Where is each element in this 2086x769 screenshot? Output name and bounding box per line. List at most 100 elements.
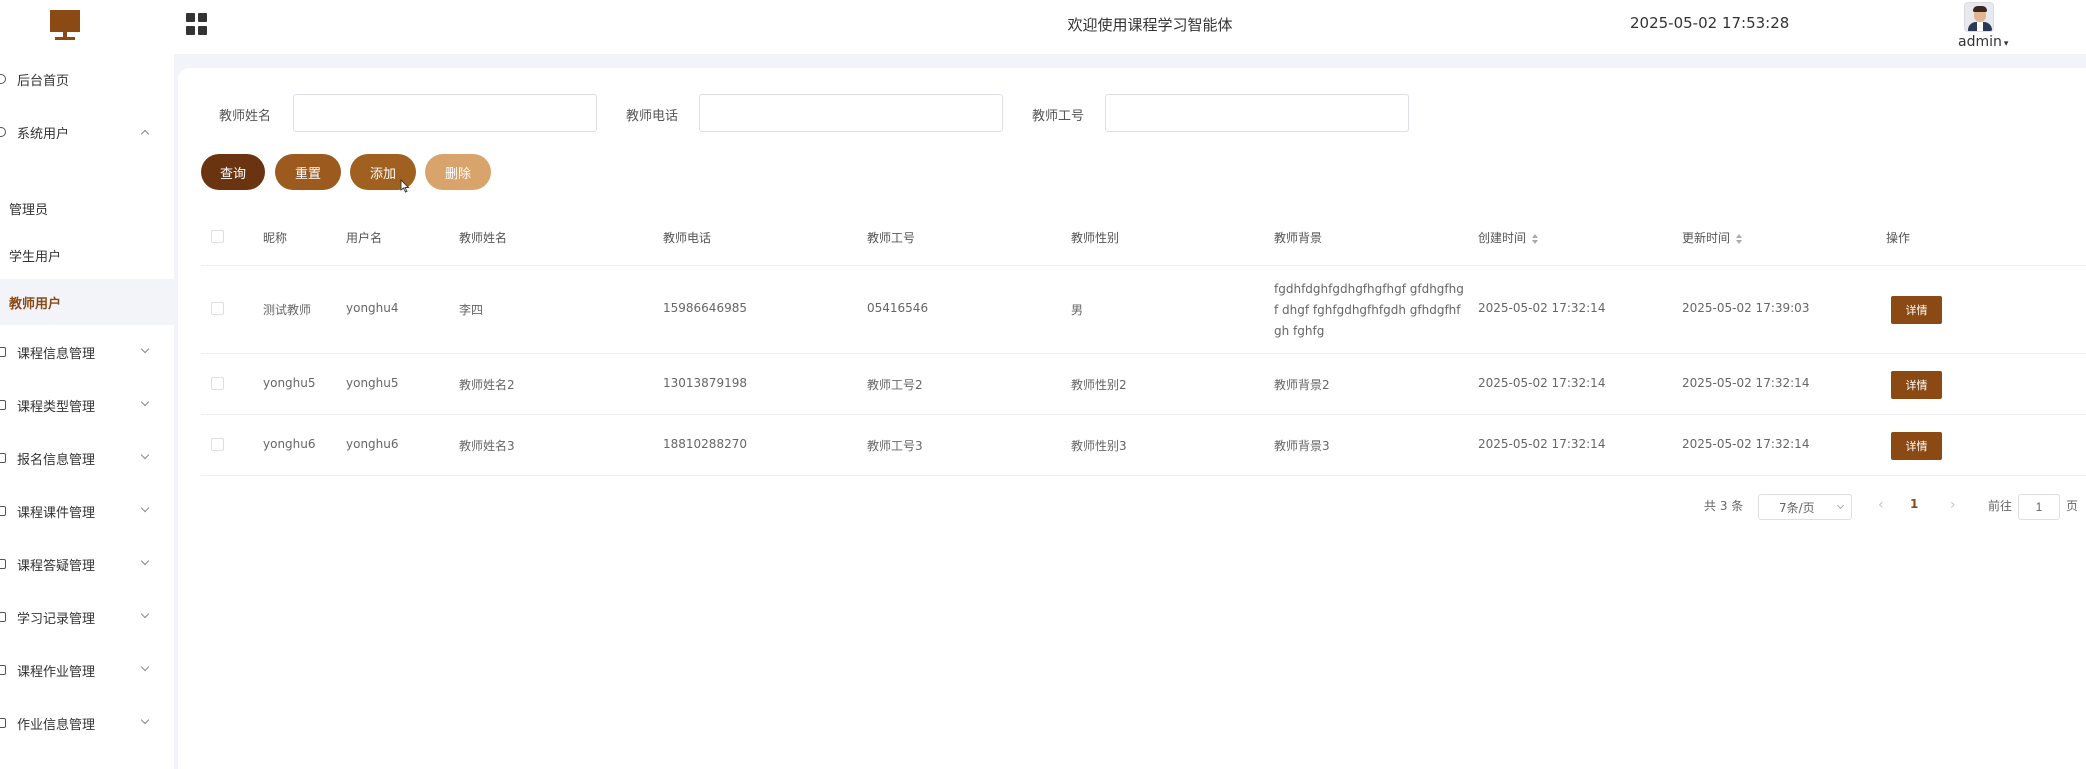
sidebar-item-homework-info[interactable]: 作业信息管理 bbox=[0, 698, 174, 748]
cell-nickname: 测试教师 bbox=[263, 303, 312, 317]
sidebar-item-courseware[interactable]: 课程课件管理 bbox=[0, 486, 174, 536]
cell-phone: 18810288270 bbox=[663, 437, 747, 451]
updated-time-header[interactable]: 更新时间 bbox=[1682, 229, 1743, 246]
cell-teacher-id: 05416546 bbox=[867, 301, 929, 315]
monitor-logo-icon bbox=[50, 10, 80, 40]
cell-username: yonghu5 bbox=[346, 376, 399, 390]
calendar-icon bbox=[0, 665, 6, 675]
row-divider bbox=[201, 475, 2086, 476]
cell-name: 教师姓名2 bbox=[459, 378, 515, 392]
calendar-icon bbox=[0, 453, 6, 463]
row-divider bbox=[201, 353, 2086, 354]
calendar-icon bbox=[0, 718, 6, 728]
cell-background: 教师背景3 bbox=[1274, 439, 1330, 453]
column-header: 教师背景 bbox=[1274, 231, 1323, 245]
column-header: 用户名 bbox=[346, 231, 383, 245]
column-header: 教师电话 bbox=[663, 231, 712, 245]
cell-gender: 教师性别2 bbox=[1071, 378, 1127, 392]
row-divider bbox=[201, 414, 2086, 415]
sidebar-item-course-info[interactable]: 课程信息管理 bbox=[0, 327, 174, 377]
cell-name: 李四 bbox=[459, 303, 484, 317]
cell-created: 2025-05-02 17:32:14 bbox=[1478, 437, 1606, 451]
cell-name: 教师姓名3 bbox=[459, 439, 515, 453]
reset-button[interactable]: 重置 bbox=[275, 154, 341, 190]
calendar-icon bbox=[0, 347, 6, 357]
detail-button[interactable]: 详情 bbox=[1891, 371, 1942, 399]
teacher-name-input[interactable] bbox=[293, 94, 597, 132]
sidebar-item-admin[interactable]: 管理员 bbox=[0, 185, 174, 231]
chevron-down-icon bbox=[140, 609, 150, 619]
calendar-icon bbox=[0, 559, 6, 569]
cell-phone: 15986646985 bbox=[663, 301, 747, 315]
user-icon bbox=[0, 127, 6, 137]
sidebar-item-system-users[interactable]: 系统用户 bbox=[0, 107, 174, 157]
cell-created: 2025-05-02 17:32:14 bbox=[1478, 301, 1606, 315]
user-dropdown[interactable]: admin ▾ bbox=[1958, 34, 2008, 50]
row-checkbox[interactable] bbox=[211, 438, 224, 451]
cell-gender: 教师性别3 bbox=[1071, 439, 1127, 453]
teacher-phone-input[interactable] bbox=[699, 94, 1003, 132]
sort-icon[interactable] bbox=[1735, 233, 1743, 245]
cell-updated: 2025-05-02 17:32:14 bbox=[1682, 437, 1810, 451]
sidebar-item-qa[interactable]: 课程答疑管理 bbox=[0, 539, 174, 589]
next-page-icon[interactable]: › bbox=[1950, 497, 1956, 513]
main-panel: 教师姓名 教师电话 教师工号 查询 重置 添加 删除 昵称 用户名 教师姓名 教… bbox=[178, 68, 2086, 769]
teacher-id-input[interactable] bbox=[1105, 94, 1409, 132]
column-header: 昵称 bbox=[263, 231, 288, 245]
row-checkbox[interactable] bbox=[211, 377, 224, 390]
caret-down-icon: ▾ bbox=[2003, 39, 2009, 49]
teacher-id-label: 教师工号 bbox=[1032, 109, 1085, 124]
grid-menu-icon[interactable] bbox=[186, 13, 208, 35]
sidebar-item-enrollment[interactable]: 报名信息管理 bbox=[0, 433, 174, 483]
created-time-header[interactable]: 创建时间 bbox=[1478, 229, 1539, 246]
teacher-phone-label: 教师电话 bbox=[626, 109, 679, 124]
sidebar-item-home[interactable]: 后台首页 bbox=[0, 54, 174, 104]
sidebar-item-students[interactable]: 学生用户 bbox=[0, 232, 174, 278]
column-header: 教师姓名 bbox=[459, 231, 508, 245]
detail-button[interactable]: 详情 bbox=[1891, 432, 1942, 460]
chevron-down-icon bbox=[140, 503, 150, 513]
clock-icon bbox=[0, 74, 6, 84]
select-all-checkbox[interactable] bbox=[211, 230, 224, 243]
sidebar-item-course-type[interactable]: 课程类型管理 bbox=[0, 380, 174, 430]
cell-nickname: yonghu6 bbox=[263, 437, 316, 451]
sidebar-item-homework[interactable]: 课程作业管理 bbox=[0, 645, 174, 695]
sidebar: 后台首页 系统用户 管理员 学生用户 教师用户 课程信息管理 课程类型管理 报名… bbox=[0, 54, 174, 769]
detail-button[interactable]: 详情 bbox=[1891, 296, 1942, 324]
cell-updated: 2025-05-02 17:32:14 bbox=[1682, 376, 1810, 390]
avatar[interactable] bbox=[1964, 2, 1994, 32]
page-size-select[interactable]: 7条/页 bbox=[1758, 494, 1852, 520]
current-datetime: 2025-05-02 17:53:28 bbox=[1630, 14, 1790, 32]
chevron-down-icon bbox=[1836, 501, 1845, 510]
cell-teacher-id: 教师工号2 bbox=[867, 378, 923, 392]
chevron-down-icon bbox=[140, 662, 150, 672]
cell-phone: 13013879198 bbox=[663, 376, 747, 390]
calendar-icon bbox=[0, 400, 6, 410]
cell-gender: 男 bbox=[1071, 303, 1084, 317]
query-button[interactable]: 查询 bbox=[201, 154, 265, 190]
sort-icon[interactable] bbox=[1531, 233, 1539, 245]
calendar-icon bbox=[0, 612, 6, 622]
teacher-name-label: 教师姓名 bbox=[219, 109, 272, 124]
delete-button[interactable]: 删除 bbox=[425, 154, 491, 190]
cell-username: yonghu6 bbox=[346, 437, 399, 451]
goto-page-input[interactable] bbox=[2018, 494, 2060, 520]
cell-teacher-id: 教师工号3 bbox=[867, 439, 923, 453]
cell-created: 2025-05-02 17:32:14 bbox=[1478, 376, 1606, 390]
chevron-down-icon bbox=[140, 556, 150, 566]
row-checkbox[interactable] bbox=[211, 302, 224, 315]
cell-username: yonghu4 bbox=[346, 301, 399, 315]
page-title: 欢迎使用课程学习智能体 bbox=[1067, 16, 1233, 34]
sidebar-item-teachers[interactable]: 教师用户 bbox=[0, 279, 174, 325]
prev-page-icon[interactable]: ‹ bbox=[1878, 497, 1884, 513]
top-header: 欢迎使用课程学习智能体 2025-05-02 17:53:28 admin ▾ bbox=[0, 0, 2086, 54]
mouse-pointer-icon bbox=[400, 179, 410, 193]
chevron-down-icon bbox=[140, 344, 150, 354]
chevron-down-icon bbox=[140, 397, 150, 407]
chevron-down-icon bbox=[140, 450, 150, 460]
sidebar-item-study-records[interactable]: 学习记录管理 bbox=[0, 592, 174, 642]
column-header: 教师性别 bbox=[1071, 231, 1120, 245]
chevron-up-icon bbox=[140, 129, 150, 139]
page-number-current[interactable]: 1 bbox=[1910, 497, 1918, 511]
cell-updated: 2025-05-02 17:39:03 bbox=[1682, 301, 1810, 315]
